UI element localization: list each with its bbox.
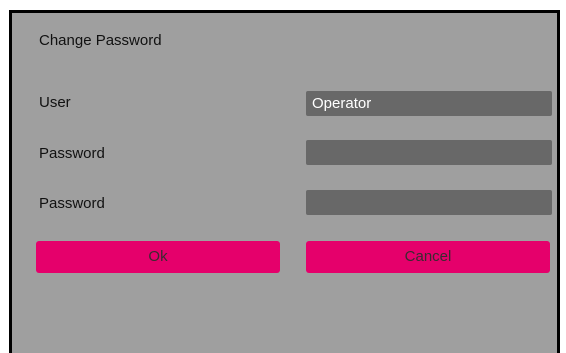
ok-button[interactable]: Ok: [36, 241, 280, 273]
password-label: Password: [39, 145, 105, 162]
confirm-password-label: Password: [39, 195, 105, 212]
change-password-dialog: Change Password User Operator Password P…: [9, 10, 560, 353]
password-field[interactable]: [306, 140, 552, 165]
user-label: User: [39, 94, 71, 111]
cancel-button[interactable]: Cancel: [306, 241, 550, 273]
user-field[interactable]: Operator: [306, 91, 552, 116]
dialog-title: Change Password: [39, 32, 162, 49]
confirm-password-field[interactable]: [306, 190, 552, 215]
